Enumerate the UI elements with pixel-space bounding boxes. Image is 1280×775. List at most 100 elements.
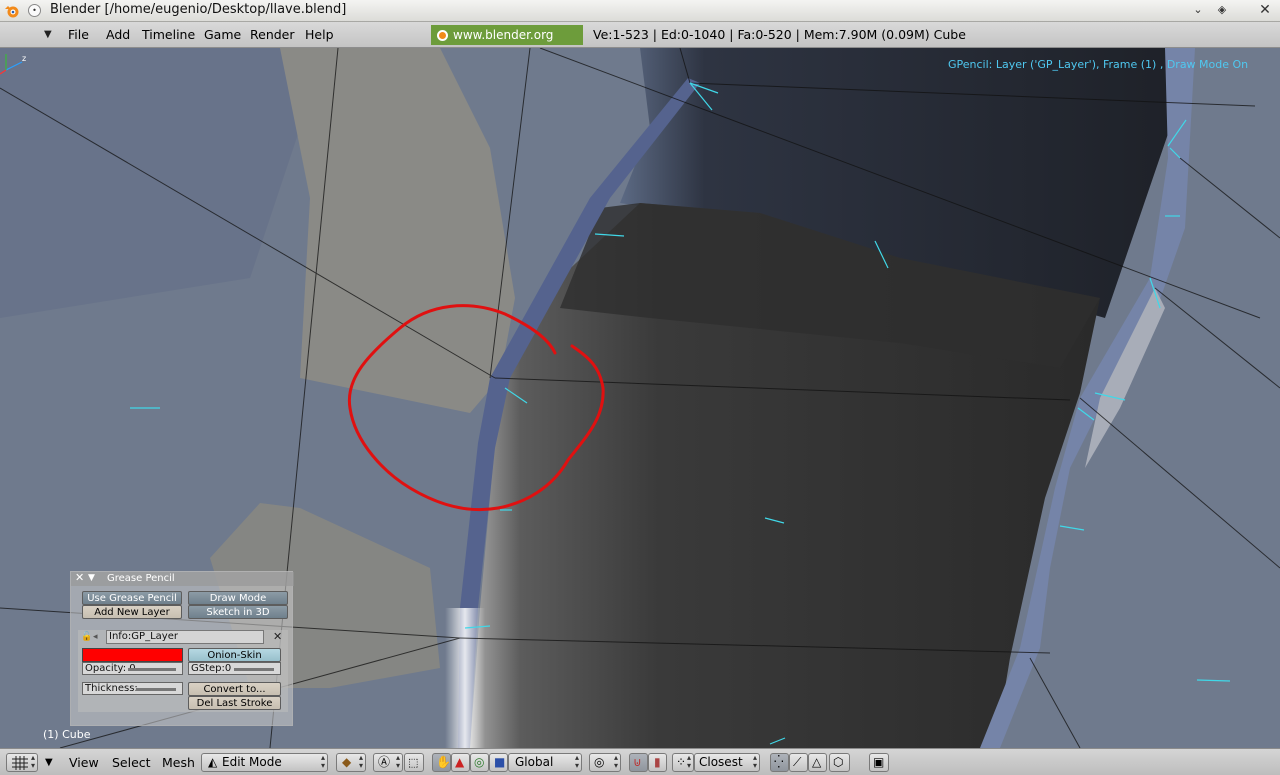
thickness-label: Thickness: [85, 683, 138, 694]
face-mode-icon: △ [812, 755, 822, 769]
menu-add[interactable]: Add [106, 27, 130, 42]
blender-org-icon [437, 30, 448, 41]
edge-select-mode[interactable]: ⟋ [789, 753, 808, 772]
opacity-slider[interactable]: Opacity: 0 [82, 662, 183, 675]
edge-mode-icon: ⟋ [793, 755, 802, 769]
highlight [445, 608, 485, 748]
viewport-header: ▴ ▾ ▼ View Select Mesh ◭ Edit Mode ▴ ▾ ◆ ▴… [0, 748, 1280, 775]
face-select-mode[interactable]: △ [808, 753, 827, 772]
up-down-arrows-icon: ▴ ▾ [686, 753, 691, 770]
up-down-arrows-icon: ▴ ▾ [574, 753, 579, 770]
window-menu-button[interactable]: • [28, 4, 41, 17]
bg-region [0, 48, 300, 318]
header-collapse-icon[interactable]: ▼ [45, 757, 53, 768]
up-down-arrows-icon: ▴ ▾ [395, 753, 400, 770]
gstep-slider[interactable]: GStep:0 [188, 662, 281, 675]
proportional-icon: ◎ [594, 755, 605, 769]
menu-game[interactable]: Game [204, 27, 241, 42]
close-icon[interactable]: ✕ [1257, 2, 1273, 18]
slider-track [136, 688, 176, 691]
pivot-icon: Ⓐ [378, 755, 391, 769]
collapse-triangle-icon[interactable]: ▼ [88, 573, 95, 583]
proportional-edit-select[interactable]: ◎ ▴ ▾ [589, 753, 621, 772]
draw-mode-toggle[interactable]: Draw Mode [188, 591, 288, 605]
up-down-arrows-icon: ▴ ▾ [358, 753, 363, 770]
window-title: Blender [/home/eugenio/Desktop/llave.ble… [50, 2, 347, 17]
vertex-snap-icon: ⁘ [676, 755, 687, 769]
snap-toggle[interactable]: ⊍ [629, 753, 648, 772]
snap-element-select[interactable]: ⁘ ▴ ▾ [672, 753, 694, 772]
rotate-manipulator[interactable]: ◎ [470, 753, 489, 772]
menu-render[interactable]: Render [250, 27, 295, 42]
scale-manipulator[interactable]: ■ [489, 753, 508, 772]
up-down-arrows-icon: ▴ ▾ [320, 753, 325, 770]
close-icon[interactable]: ✕ [75, 571, 84, 584]
scene-stats: Ve:1-523 | Ed:0-1040 | Fa:0-520 | Mem:7.… [593, 27, 966, 42]
chevron-down-icon[interactable]: ⌄ [1190, 2, 1206, 18]
hide-icon[interactable]: ◂ [93, 632, 98, 642]
bg-region [280, 48, 515, 413]
manipulator-toggle[interactable]: ✋ [432, 753, 451, 772]
orientation-value: Global [515, 755, 554, 769]
editor-type-button[interactable]: ▴ ▾ [6, 753, 38, 772]
window-titlebar: • Blender [/home/eugenio/Desktop/llave.b… [0, 0, 1280, 22]
vertex-mode-icon: ⁛ [774, 755, 784, 769]
thickness-slider[interactable]: Thickness: [82, 682, 183, 695]
axis-gizmo-icon: z [0, 54, 26, 75]
add-new-layer-button[interactable]: Add New Layer [82, 605, 182, 619]
orientation-select[interactable]: Global ▴ ▾ [508, 753, 582, 772]
menu-file[interactable]: File [68, 27, 89, 42]
solid-draw-icon: ◆ [342, 755, 352, 769]
up-down-arrows-icon: ▴ ▾ [752, 753, 757, 770]
ruler-icon: ▮ [654, 755, 661, 769]
magnet-icon: ⊍ [633, 755, 642, 769]
mode-value: Edit Mode [222, 755, 282, 769]
pivot-select[interactable]: Ⓐ ▴ ▾ [373, 753, 403, 772]
hand-icon: ✋ [436, 755, 451, 769]
gstep-label: GStep:0 [191, 663, 232, 674]
active-object-label: (1) Cube [43, 728, 91, 741]
draw-type-select[interactable]: ◆ ▴ ▾ [336, 753, 366, 772]
svg-text:z: z [22, 54, 26, 63]
square-icon: ■ [494, 755, 506, 769]
stroke-color-swatch[interactable] [82, 648, 183, 662]
grease-pencil-panel: ✕ ▼ Grease Pencil Use Grease Pencil Draw… [70, 571, 294, 726]
snap-target-select[interactable]: Closest ▴ ▾ [694, 753, 760, 772]
align-pivot-button[interactable]: ⬚ [404, 753, 424, 772]
menu-mesh[interactable]: Mesh [162, 755, 195, 770]
onion-skin-toggle[interactable]: Onion-Skin [188, 648, 281, 662]
blender-org-link[interactable]: www.blender.org 249.2 [431, 25, 583, 62]
convert-to-button[interactable]: Convert to... [188, 682, 281, 696]
render-preview-button[interactable]: ▣ [869, 753, 889, 772]
panel-title: Grease Pencil [107, 573, 175, 584]
del-last-stroke-button[interactable]: Del Last Stroke [188, 696, 281, 710]
slider-track [234, 668, 274, 671]
lock-icon[interactable]: 🔓 [81, 632, 92, 642]
info-header: ▼ File Add Timeline Game Render Help www… [0, 22, 1280, 62]
use-grease-pencil-toggle[interactable]: Use Grease Pencil [82, 591, 182, 605]
header-collapse-icon[interactable]: ▼ [44, 29, 52, 40]
blender-logo-icon [5, 6, 19, 18]
vertex-select-mode[interactable]: ⁛ [770, 753, 789, 772]
mode-icon: ◭ [208, 755, 218, 769]
layer-name-field[interactable]: Info:GP_Layer [106, 630, 264, 644]
delete-layer-icon[interactable]: ✕ [273, 630, 282, 643]
menu-help[interactable]: Help [305, 27, 334, 42]
snap-mode-button[interactable]: ▮ [648, 753, 667, 772]
restore-icon[interactable]: ◈ [1214, 2, 1230, 18]
menu-timeline[interactable]: Timeline [142, 27, 195, 42]
render-icon: ▣ [873, 755, 885, 769]
occlude-geometry-toggle[interactable]: ⬡ [829, 753, 850, 772]
mode-select[interactable]: ◭ Edit Mode ▴ ▾ [201, 753, 328, 772]
menu-view[interactable]: View [69, 755, 99, 770]
sketch-in-3d-toggle[interactable]: Sketch in 3D [188, 605, 288, 619]
triangle-icon: ▲ [455, 755, 465, 769]
gpencil-info-text: GPencil: Layer ('GP_Layer'), Frame (1) ,… [948, 58, 1249, 71]
grid-icon [12, 756, 28, 770]
menu-select[interactable]: Select [112, 755, 151, 770]
slider-track [128, 668, 176, 671]
panel-header[interactable]: ✕ ▼ Grease Pencil [71, 571, 294, 586]
translate-manipulator[interactable]: ▲ [451, 753, 470, 772]
dotted-box-icon: ⬚ [408, 756, 419, 769]
circle-icon: ◎ [474, 755, 485, 769]
